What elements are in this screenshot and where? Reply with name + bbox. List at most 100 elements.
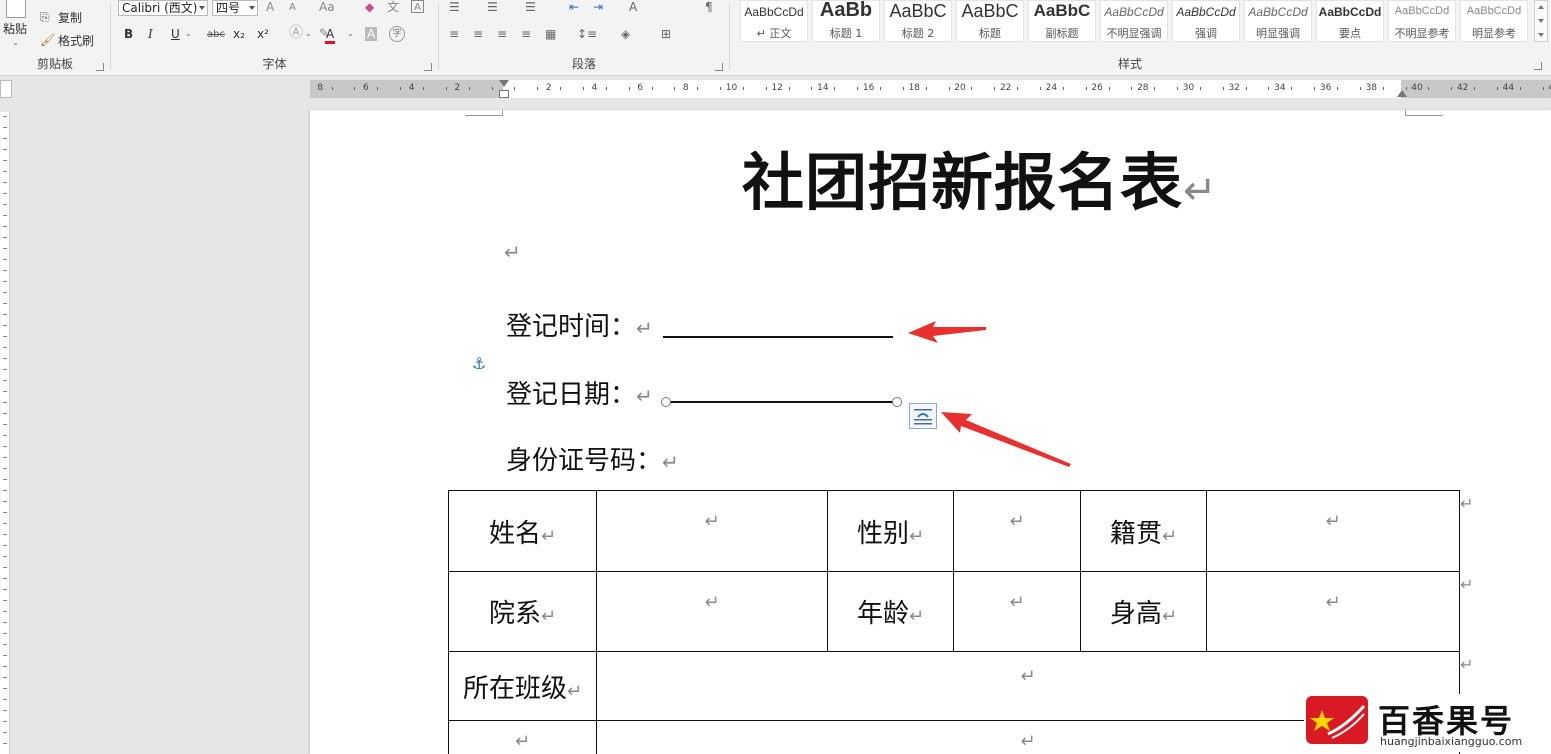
phonetic-guide-icon[interactable]: 文 [387,0,399,14]
table-cell[interactable]: 年龄↵ [827,571,954,652]
field-id-number[interactable]: 身份证号码：↵ [506,440,679,477]
enclose-char-button[interactable]: 字 [389,26,405,42]
decrease-indent-icon[interactable]: ⇤ [569,0,579,14]
right-indent-marker[interactable] [1397,90,1407,97]
font-size-combo[interactable]: 四号 [212,0,258,16]
show-marks-icon[interactable]: ¶ [705,0,713,14]
table-cell[interactable]: 性别↵ [827,490,954,572]
line-start-handle[interactable] [661,397,671,407]
table-cell[interactable]: ↵ [953,571,1081,652]
multilevel-list-icon[interactable]: ☰ [525,0,536,14]
row-end-mark: ↵ [1460,494,1474,513]
text-effects-icon[interactable]: Ⓐ [289,26,303,40]
ruler-tick [1200,87,1201,90]
ruler-number: 26 [1091,83,1103,93]
chevron-down-icon[interactable]: ⌄ [305,27,312,41]
ruler-tick [3,215,7,216]
field-register-time[interactable]: 登记时间：↵ [506,306,653,343]
layout-options-button[interactable] [909,403,937,429]
paragraph-group-label: 段落 [571,57,596,71]
line-spacing-icon[interactable]: ↕≡ [577,27,597,41]
table-cell[interactable]: 院系↵ [448,571,597,652]
ruler-toggle[interactable] [0,80,12,98]
document-page[interactable]: 社团招新报名表↵ ↵ 登记时间：↵ 登记日期：↵ ⚓ 身份证号码：↵ 姓名↵ ↵ 性… [310,110,1551,754]
align-center-icon[interactable]: ≡ [473,27,483,41]
borders-icon[interactable]: ⊞ [661,27,671,41]
align-left-icon[interactable]: ≡ [449,27,459,41]
gallery-scroll[interactable] [1534,0,1548,42]
horizontal-ruler[interactable]: 8 6 4 2 2 4 6 8 10 12 14 16 18 20 22 24 26 28 30 32 34 36 38 40… [310,80,1551,98]
ruler-tick [3,710,7,711]
vertical-ruler[interactable] [0,112,10,754]
char-shading-button[interactable]: A [365,27,378,41]
ruler-number: 42 [1456,83,1469,93]
clipboard-launcher-icon[interactable] [96,63,104,71]
superscript-button[interactable]: x² [257,27,269,41]
justify-icon[interactable]: ≡ [521,27,531,41]
ruler-number: 8 [682,83,689,93]
numbering-icon[interactable]: ☰ [487,0,498,14]
field-register-date[interactable]: 登记日期：↵ [506,374,653,411]
table-cell[interactable]: ↵ [1206,490,1460,572]
document-title[interactable]: 社团招新报名表↵ [742,132,1218,222]
distributed-icon[interactable]: ▦ [545,27,556,41]
ruler-tick [3,556,7,557]
underline-button[interactable]: U [171,27,180,41]
table-cell[interactable]: ↵ [596,490,828,572]
table-cell[interactable]: ↵ [596,571,828,652]
grow-font-button[interactable]: A [266,0,274,14]
empty-paragraph[interactable]: ↵ [504,240,521,264]
ruler-tick [400,87,401,90]
table-cell[interactable]: ↵ [953,490,1081,572]
paragraph-mark: ↵ [504,240,521,264]
paste-button[interactable]: 粘贴 ⌄ [0,0,34,50]
watermark-url: huangjinbaixiangguo.com [1380,735,1523,748]
cell-text: 院系 [488,599,541,629]
table-cell[interactable]: ↵ [448,720,597,754]
ruler-tick [3,127,7,128]
clear-format-icon[interactable]: ◆ [365,0,374,14]
title-text: 社团招新报名表 [742,146,1184,219]
change-case-button[interactable]: Aa [319,0,335,14]
line-shape[interactable] [666,401,898,403]
ruler-tick [377,87,378,90]
table-cell[interactable]: 身高↵ [1080,571,1207,652]
strikethrough-button[interactable]: abc [207,28,225,42]
ruler-tick [1040,87,1041,90]
line-end-handle[interactable] [892,397,902,407]
table-cell[interactable]: 籍贯↵ [1080,490,1207,572]
table-cell[interactable]: 所在班级↵ [448,651,597,721]
left-indent-marker[interactable] [499,90,509,98]
ruler-tick [3,358,7,359]
align-right-icon[interactable]: ≡ [497,27,507,41]
ruler-tick [3,281,7,282]
bullets-icon[interactable]: ☰ [449,0,460,14]
paragraph-launcher-icon[interactable] [715,63,723,71]
shrink-font-button[interactable]: A [289,1,296,15]
increase-indent-icon[interactable]: ⇥ [593,0,603,14]
ruler-tick [1337,87,1338,90]
subscript-button[interactable]: x₂ [233,27,245,41]
format-painter-button[interactable]: 🖌 格式刷 [40,33,106,49]
font-launcher-icon[interactable] [424,63,432,71]
italic-button[interactable]: I [148,27,153,41]
chevron-down-icon[interactable]: ⌄ [185,27,192,41]
ruler-tick [1154,87,1155,90]
first-line-indent-marker[interactable] [499,80,509,87]
table-cell[interactable]: 姓名↵ [448,490,597,572]
char-border-icon[interactable]: A [411,0,424,13]
chevron-down-icon[interactable]: ⌄ [347,27,354,41]
ruler-tick [743,87,744,90]
copy-button[interactable]: ⎘ 复制 [40,10,100,26]
ruler-tick [652,87,653,90]
font-name-combo[interactable]: Calibri (西文) [118,0,208,16]
row-end-mark: ↵ [1460,575,1474,594]
cell-text: 身高 [1109,599,1162,629]
shading-icon[interactable]: ◈ [621,27,630,41]
font-color-button[interactable]: A [325,27,336,44]
sort-icon[interactable]: A [629,0,637,14]
bold-button[interactable]: B [124,27,133,41]
styles-launcher-icon[interactable] [1534,62,1542,70]
table-cell[interactable]: ↵ [1206,571,1460,652]
anchor-icon[interactable]: ⚓ [472,354,486,373]
